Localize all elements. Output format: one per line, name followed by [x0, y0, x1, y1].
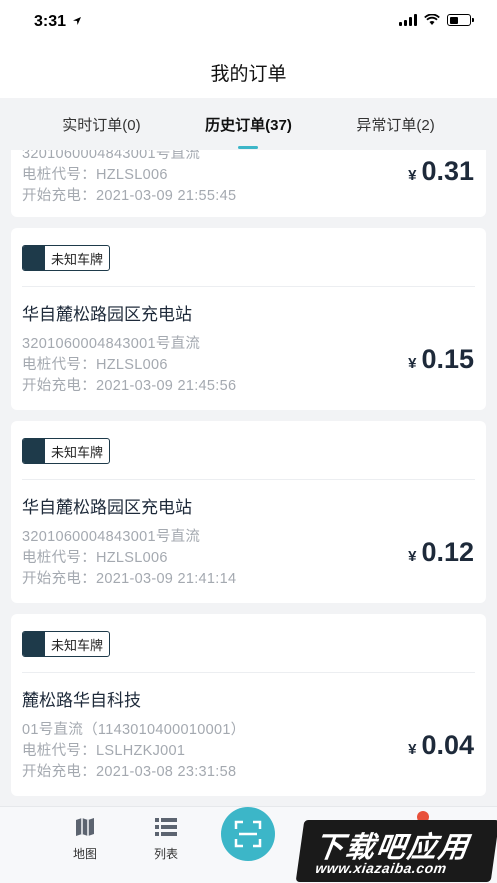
order-card[interactable]: 未知车牌 麓松路华自科技 01号直流（1143010400010001） 电桩代… [11, 614, 486, 796]
plate-badge: 未知车牌 [22, 438, 111, 464]
watermark-url: www.xiazaiba.com [314, 860, 448, 876]
map-icon [76, 818, 94, 836]
order-amount: ¥ 0.31 [408, 156, 474, 187]
page-title: 我的订单 [210, 63, 287, 85]
plate-label: 未知车牌 [51, 251, 104, 267]
start-time: 开始充电：2021-03-08 23:31:58 [22, 764, 237, 780]
watermark-logo: 下载吧应用 www.xiazaiba.com [295, 820, 497, 882]
amount-value: 0.12 [421, 537, 474, 567]
pile-line: 01号直流（1143010400010001） [22, 722, 246, 738]
plate-label: 未知车牌 [51, 637, 104, 653]
pile-code: 电桩代号：HZLSL006 [22, 550, 168, 566]
order-amount: ¥ 0.15 [408, 344, 474, 375]
currency-symbol: ¥ [408, 741, 417, 758]
start-time: 开始充电：2021-03-09 21:55:45 [22, 188, 237, 204]
pile-line: 3201060004843001号直流 [22, 150, 201, 162]
amount-value: 0.04 [421, 730, 474, 760]
status-time: 3:31 [34, 13, 82, 31]
amount-value: 0.31 [421, 156, 474, 186]
pile-code: 电桩代号：HZLSL006 [22, 357, 168, 373]
status-bar: 3:31 [0, 0, 497, 46]
signal-icon [399, 14, 417, 26]
scan-button[interactable] [221, 807, 275, 861]
station-name: 麓松路华自科技 [22, 691, 141, 710]
currency-symbol: ¥ [408, 355, 417, 372]
list-icon [155, 818, 177, 836]
wifi-icon [424, 14, 440, 25]
plate-label: 未知车牌 [51, 444, 104, 460]
station-name: 华自麓松路园区充电站 [22, 498, 192, 517]
amount-value: 0.15 [421, 344, 474, 374]
divider [22, 479, 475, 480]
order-list[interactable]: 3201060004843001号直流 电桩代号：HZLSL006 开始充电：2… [0, 150, 497, 806]
start-time: 开始充电：2021-03-09 21:45:56 [22, 378, 237, 394]
plate-badge: 未知车牌 [22, 631, 111, 657]
tab-realtime-orders[interactable]: 实时订单(0) [56, 110, 146, 139]
divider [22, 286, 475, 287]
order-card[interactable]: 未知车牌 华自麓松路园区充电站 3201060004843001号直流 电桩代号… [11, 228, 486, 410]
pile-line: 3201060004843001号直流 [22, 529, 201, 545]
order-card[interactable]: 未知车牌 华自麓松路园区充电站 3201060004843001号直流 电桩代号… [11, 421, 486, 603]
tabbar-map[interactable]: 地图 [55, 815, 115, 862]
scan-icon [234, 820, 262, 848]
order-amount: ¥ 0.12 [408, 537, 474, 568]
tab-history-orders[interactable]: 历史订单(37) [199, 110, 298, 149]
tabbar-map-label: 地图 [72, 847, 97, 861]
tabbar-list[interactable]: 列表 [136, 815, 196, 862]
divider [22, 672, 475, 673]
order-tabs: 实时订单(0) 历史订单(37) 异常订单(2) [0, 98, 497, 150]
currency-symbol: ¥ [408, 167, 417, 184]
start-time: 开始充电：2021-03-09 21:41:14 [22, 571, 237, 587]
pile-code: 电桩代号：HZLSL006 [22, 167, 168, 183]
location-arrow-icon [73, 17, 82, 25]
order-card[interactable]: 3201060004843001号直流 电桩代号：HZLSL006 开始充电：2… [11, 150, 486, 217]
currency-symbol: ¥ [408, 548, 417, 565]
plate-badge: 未知车牌 [22, 245, 111, 271]
battery-icon [447, 14, 474, 26]
order-amount: ¥ 0.04 [408, 730, 474, 761]
pile-line: 3201060004843001号直流 [22, 336, 201, 352]
tabbar-list-label: 列表 [153, 847, 178, 861]
pile-code: 电桩代号：LSLHZKJ001 [22, 743, 186, 759]
nav-bar: 我的订单 [0, 46, 497, 98]
tab-abnormal-orders[interactable]: 异常订单(2) [350, 110, 440, 139]
station-name: 华自麓松路园区充电站 [22, 305, 192, 324]
